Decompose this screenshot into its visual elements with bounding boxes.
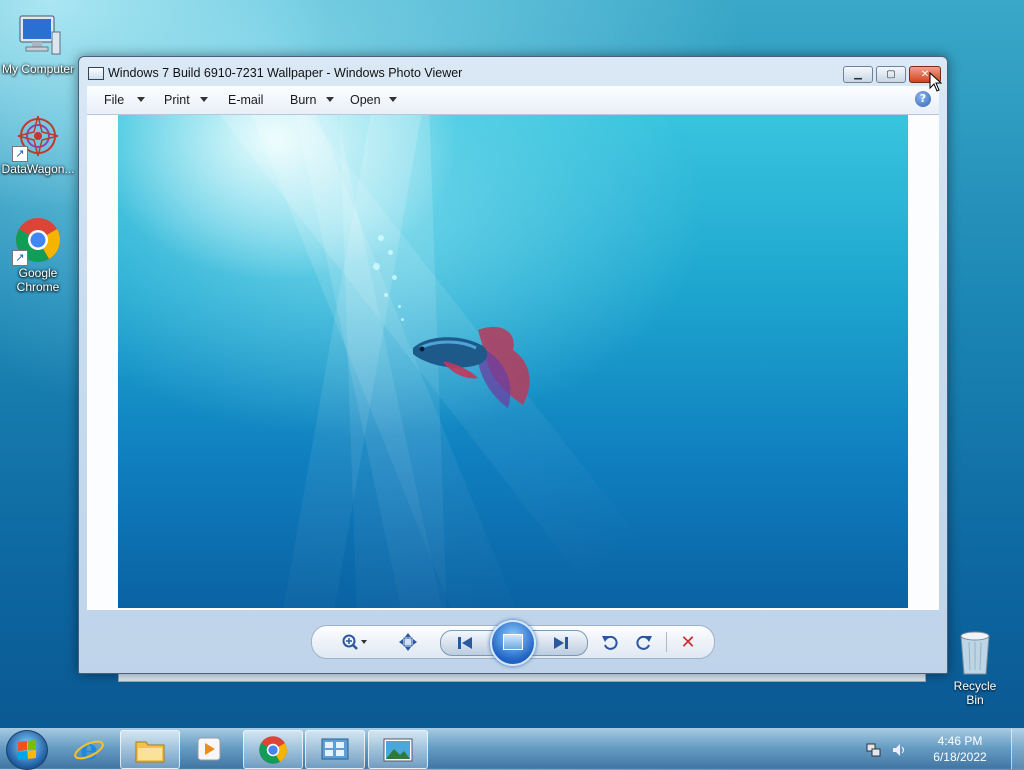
- media-player-icon: [197, 737, 221, 760]
- start-button[interactable]: [6, 730, 48, 770]
- window-title: Windows 7 Build 6910-7231 Wallpaper - Wi…: [108, 66, 463, 80]
- chevron-down-icon[interactable]: [389, 97, 397, 102]
- photo-viewer-window: Windows 7 Build 6910-7231 Wallpaper - Wi…: [78, 56, 948, 674]
- menu-burn[interactable]: Burn: [290, 93, 316, 107]
- chevron-down-icon[interactable]: [326, 97, 334, 102]
- bubble: [388, 250, 393, 255]
- photo-viewer-icon: [383, 738, 413, 761]
- rotate-clockwise-icon: [636, 635, 652, 650]
- taskbar: e 4:46 PM 6/18/2022: [0, 728, 1024, 770]
- datawagon-icon: ↗: [12, 112, 62, 162]
- menu-open[interactable]: Open: [350, 93, 381, 107]
- desktop-icon-my-computer[interactable]: My Computer: [0, 12, 76, 76]
- taskbar-control-panel[interactable]: [305, 730, 365, 769]
- next-button[interactable]: [549, 633, 573, 653]
- mouse-cursor-icon: [929, 72, 943, 92]
- next-icon: [554, 637, 568, 649]
- volume-icon[interactable]: [891, 742, 905, 756]
- internet-explorer-icon: e: [74, 733, 104, 765]
- recycle-bin-icon: [960, 631, 990, 675]
- clock-date: 6/18/2022: [933, 750, 987, 764]
- menu-file[interactable]: File: [104, 93, 124, 107]
- rotate-counterclockwise-button[interactable]: [598, 632, 622, 652]
- bubble: [398, 305, 401, 308]
- windows-logo-icon: [18, 740, 36, 760]
- show-desktop-button[interactable]: [1011, 729, 1024, 769]
- taskbar-media-player[interactable]: [180, 730, 238, 767]
- title-bar[interactable]: Windows 7 Build 6910-7231 Wallpaper - Wi…: [79, 57, 947, 85]
- actual-size-icon: [399, 633, 417, 651]
- taskbar-photo-viewer[interactable]: [368, 730, 428, 769]
- zoom-icon: [342, 634, 367, 650]
- slideshow-button[interactable]: [490, 620, 536, 666]
- minimize-button[interactable]: ▁: [843, 66, 873, 83]
- taskbar-internet-explorer[interactable]: e: [60, 730, 118, 767]
- desktop-icon-label: My Computer: [1, 62, 75, 76]
- rotate-counterclockwise-icon: [602, 635, 618, 650]
- maximize-button[interactable]: ▢: [876, 66, 906, 83]
- desktop-icon-label: Google Chrome: [16, 266, 60, 294]
- delete-button[interactable]: ✕: [676, 631, 700, 653]
- maximize-icon: ▢: [886, 69, 896, 80]
- desktop-icon-label: DataWagon...: [1, 162, 75, 176]
- clock-time: 4:46 PM: [937, 734, 983, 748]
- network-icon[interactable]: [866, 742, 881, 757]
- previous-icon: [458, 637, 472, 649]
- desktop-icon-datawagon[interactable]: ↗ DataWagon...: [0, 112, 76, 176]
- close-icon: ✕: [920, 69, 930, 80]
- system-clock[interactable]: 4:46 PM 6/18/2022: [920, 733, 1000, 765]
- control-panel-icon: [321, 738, 349, 759]
- photo-viewer-title-icon: [88, 67, 104, 80]
- desktop-icon-google-chrome[interactable]: ↗ Google Chrome: [0, 216, 76, 294]
- chrome-icon: [259, 735, 287, 764]
- help-icon[interactable]: ?: [915, 91, 931, 107]
- actual-size-button[interactable]: [396, 632, 420, 652]
- chevron-down-icon[interactable]: [200, 97, 208, 102]
- previous-button[interactable]: [453, 633, 477, 653]
- menu-print[interactable]: Print: [164, 93, 190, 107]
- menu-bar: File Print E-mail Burn Open ?: [87, 86, 939, 115]
- menu-email[interactable]: E-mail: [228, 93, 263, 107]
- slideshow-icon: [503, 634, 523, 650]
- bubble: [378, 235, 384, 241]
- zoom-button[interactable]: [340, 632, 370, 652]
- bubble: [373, 263, 380, 270]
- chrome-icon: ↗: [12, 216, 62, 266]
- computer-icon: [14, 12, 62, 60]
- shortcut-arrow-icon: ↗: [12, 146, 28, 162]
- delete-icon: ✕: [680, 631, 696, 653]
- viewer-control-bar: ✕: [311, 620, 715, 666]
- bubble: [401, 318, 404, 321]
- recycle-bin-label: Recycle Bin: [953, 679, 997, 707]
- rotate-clockwise-button[interactable]: [632, 632, 656, 652]
- taskbar-chrome[interactable]: [243, 730, 303, 769]
- caption-buttons: ▁ ▢ ✕: [840, 66, 941, 83]
- svg-text:e: e: [80, 733, 98, 765]
- betta-fish-image: [413, 326, 530, 408]
- shortcut-arrow-icon: ↗: [12, 250, 28, 266]
- separator: [666, 632, 667, 652]
- file-explorer-icon: [135, 741, 165, 762]
- bubble: [392, 275, 397, 280]
- bubble: [384, 293, 388, 297]
- image-viewport: [87, 115, 939, 610]
- wallpaper-image: [118, 115, 908, 608]
- minimize-icon: ▁: [854, 69, 862, 80]
- chevron-down-icon[interactable]: [137, 97, 145, 102]
- desktop-icon-recycle-bin[interactable]: Recycle Bin: [944, 628, 1006, 707]
- taskbar-file-explorer[interactable]: [120, 730, 180, 769]
